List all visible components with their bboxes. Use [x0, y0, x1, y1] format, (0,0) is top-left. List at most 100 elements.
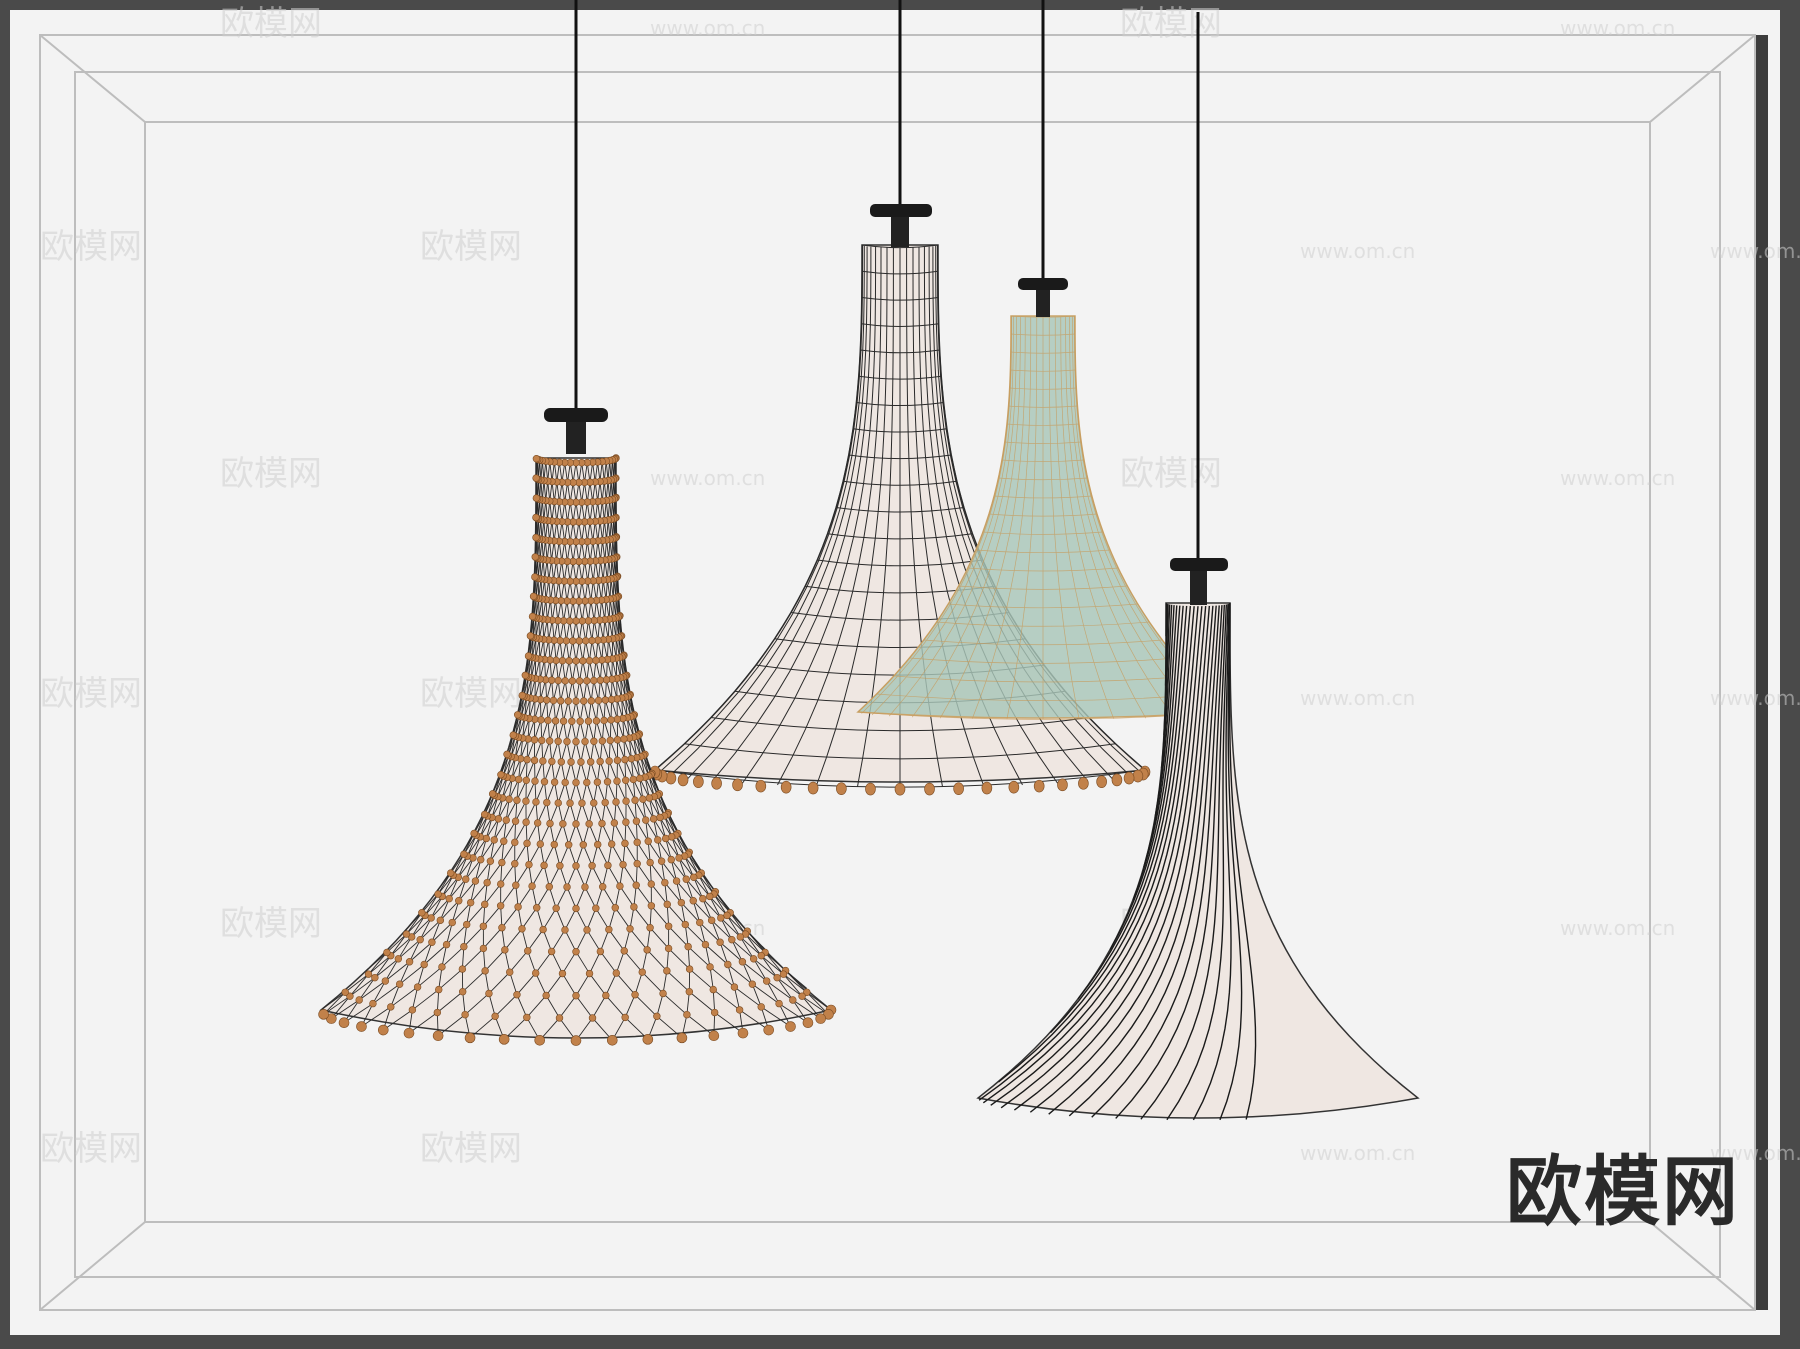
wooden-bead	[409, 1007, 416, 1014]
wooden-bead	[579, 800, 586, 807]
wooden-bead	[519, 925, 526, 932]
wooden-bead	[776, 1000, 783, 1007]
wooden-bead	[510, 732, 517, 739]
wooden-bead	[435, 891, 442, 898]
wooden-bead	[1124, 772, 1134, 784]
wooden-bead	[661, 879, 668, 886]
wooden-bead	[590, 800, 597, 807]
wooden-bead	[530, 593, 537, 600]
wooden-bead	[573, 948, 580, 955]
wooden-bead	[608, 696, 615, 703]
wooden-bead	[356, 1022, 366, 1032]
wooden-bead	[586, 970, 593, 977]
wooden-bead	[595, 697, 602, 704]
wooden-bead	[439, 964, 446, 971]
wooden-bead	[982, 782, 992, 794]
wooden-bead	[523, 798, 530, 805]
wooden-bead	[717, 939, 724, 946]
wooden-bead	[522, 672, 529, 679]
wooden-bead	[499, 1034, 509, 1044]
wooden-bead	[1034, 780, 1044, 792]
wooden-bead	[717, 915, 724, 922]
wooden-bead	[663, 967, 670, 974]
wooden-bead	[532, 778, 539, 785]
wooden-bead	[617, 883, 624, 890]
wooden-bead	[555, 738, 562, 745]
wooden-bead	[462, 876, 469, 883]
wooden-bead	[590, 738, 597, 745]
wooden-bead	[498, 771, 505, 778]
wooden-bead	[435, 986, 442, 993]
wooden-bead	[543, 697, 550, 704]
wooden-bead	[511, 860, 518, 867]
wooden-bead	[665, 945, 672, 952]
wooden-bead	[511, 839, 518, 846]
wooden-bead	[774, 974, 781, 981]
wooden-bead	[1057, 779, 1067, 791]
wooden-bead	[1078, 777, 1088, 789]
wooden-bead	[564, 884, 571, 891]
wooden-bead	[342, 989, 349, 996]
wooden-bead	[584, 927, 591, 934]
wooden-bead	[582, 884, 589, 891]
wooden-bead	[621, 736, 628, 743]
wooden-bead	[954, 783, 964, 795]
wooden-bead	[559, 820, 566, 827]
wooden-bead	[579, 618, 586, 625]
wooden-bead	[599, 820, 606, 827]
wooden-bead	[589, 862, 596, 869]
wooden-bead	[558, 758, 565, 765]
watermark-text: www.om.cn	[1560, 466, 1675, 490]
wooden-bead	[443, 941, 450, 948]
wooden-bead	[480, 945, 487, 952]
wooden-bead	[529, 883, 536, 890]
wooden-bead	[573, 905, 580, 912]
wooden-bead	[662, 835, 669, 842]
wooden-bead	[552, 717, 559, 724]
watermark-text: 欧模网	[40, 674, 142, 714]
wooden-bead	[569, 678, 576, 685]
wooden-bead	[664, 901, 671, 908]
wooden-bead	[583, 779, 590, 786]
wooden-bead	[736, 1007, 743, 1014]
wooden-bead	[693, 776, 703, 788]
wooden-bead	[459, 966, 466, 973]
wooden-bead	[724, 912, 731, 919]
wooden-bead	[593, 717, 600, 724]
wooden-bead	[486, 990, 493, 997]
wooden-bead	[356, 997, 363, 1004]
watermark-text: 欧模网	[420, 674, 522, 714]
wooden-bead	[632, 991, 639, 998]
wooden-bead	[462, 1011, 469, 1018]
wooden-bead	[543, 799, 550, 806]
wooden-bead	[538, 717, 545, 724]
watermark-text: 欧模网	[1120, 454, 1222, 494]
wooden-bead	[706, 893, 713, 900]
wooden-bead	[465, 1033, 475, 1043]
wooden-bead	[686, 988, 693, 995]
wooden-bead	[577, 718, 584, 725]
wooden-bead	[646, 795, 653, 802]
wooden-bead	[668, 856, 675, 863]
wooden-bead	[764, 1025, 774, 1035]
wooden-bead	[515, 904, 522, 911]
wooden-bead	[523, 1014, 530, 1021]
wooden-bead	[586, 657, 593, 664]
wooden-bead	[532, 970, 539, 977]
wooden-bead	[579, 657, 586, 664]
wooden-bead	[702, 941, 709, 948]
wooden-bead	[585, 617, 592, 624]
wooden-bead	[639, 796, 646, 803]
wooden-bead	[592, 905, 599, 912]
watermark-text: www.om.cn	[1300, 1141, 1415, 1165]
wooden-bead	[319, 1009, 329, 1019]
wooden-bead	[497, 902, 504, 909]
watermark-text: 欧模网	[220, 4, 322, 44]
wooden-bead	[560, 718, 567, 725]
wooden-bead	[678, 899, 685, 906]
wooden-bead	[566, 618, 573, 625]
wooden-bead	[599, 738, 606, 745]
wooden-bead	[460, 943, 467, 950]
wooden-bead	[421, 961, 428, 968]
wooden-bead	[789, 997, 796, 1004]
